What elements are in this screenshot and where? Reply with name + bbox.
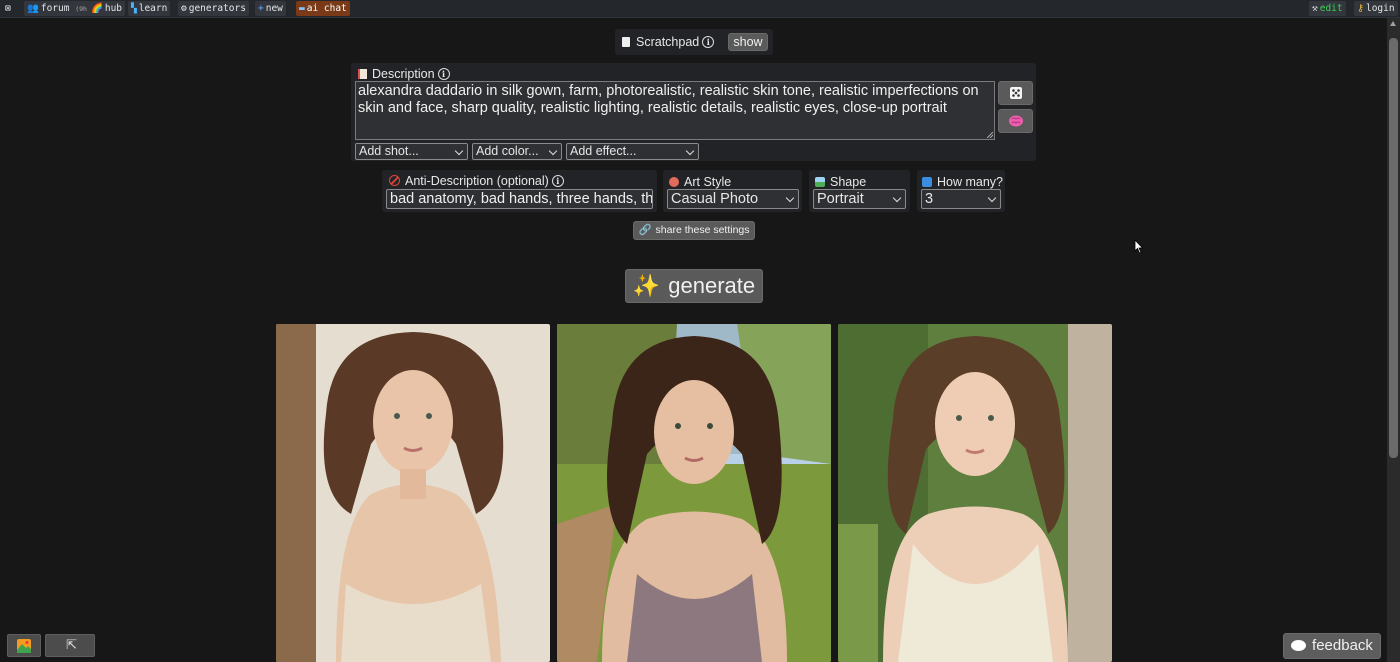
chevron-down-icon <box>548 146 558 156</box>
rainbow-icon: 🌈 <box>91 3 103 14</box>
chevron-down-icon <box>987 193 997 203</box>
brain-button[interactable] <box>998 109 1033 133</box>
generate-button[interactable]: ✨ generate <box>625 269 763 303</box>
link-icon: 🔗 <box>638 224 652 236</box>
dice-icon <box>1009 87 1022 99</box>
shape-select[interactable]: Portrait <box>813 189 906 209</box>
share-settings-button[interactable]: 🔗 share these settings <box>633 221 755 240</box>
numbers-icon <box>922 177 932 187</box>
chevron-down-icon <box>685 146 695 156</box>
nav-generators[interactable]: ⚙ generators <box>178 1 249 16</box>
resize-handle-icon[interactable] <box>987 132 993 138</box>
people-icon: 👥 <box>27 3 39 14</box>
info-icon[interactable]: i <box>551 175 564 187</box>
nav-forum[interactable]: 👥 forum (9h) <box>24 1 94 16</box>
arrow-up-left-icon: ⇱ <box>66 637 77 652</box>
scratchpad-label: Scratchpad i <box>622 35 715 49</box>
description-textarea[interactable]: alexandra daddario in silk gown, farm, p… <box>355 81 995 140</box>
scrollbar-thumb[interactable] <box>1389 38 1398 458</box>
info-icon[interactable]: i <box>702 36 715 48</box>
chevron-down-icon <box>892 193 902 203</box>
how-many-select[interactable]: 3 <box>921 189 1001 209</box>
shape-label: Shape <box>815 175 866 189</box>
scroll-top-button[interactable]: ⇱ <box>45 634 95 657</box>
landscape-icon <box>17 639 31 653</box>
anti-description-label: Anti-Description (optional) i <box>389 174 564 188</box>
blocks-icon: ▚ <box>131 3 137 14</box>
anti-description-input[interactable]: bad anatomy, bad hands, three hands, thr… <box>386 189 653 209</box>
memo-icon <box>358 69 367 79</box>
sparkles-icon: ✨ <box>632 273 661 298</box>
picture-icon <box>815 177 825 187</box>
nav-learn[interactable]: ▚ learn <box>128 1 171 16</box>
mouse-cursor-icon <box>1134 239 1144 254</box>
art-style-select[interactable]: Casual Photo <box>667 189 799 209</box>
scratchpad-panel: Scratchpad i show <box>615 29 773 55</box>
no-entry-icon <box>389 175 400 186</box>
nav-new[interactable]: + new <box>255 1 286 16</box>
nav-hub[interactable]: 🌈 hub <box>88 1 126 16</box>
scratchpad-show-button[interactable]: show <box>728 33 768 51</box>
chevron-down-icon <box>454 146 464 156</box>
feedback-button[interactable]: feedback <box>1283 633 1381 659</box>
nav-ai-chat[interactable]: ▬ ai chat <box>296 1 350 16</box>
chevron-down-icon <box>785 193 795 203</box>
nav-login[interactable]: ⚷ login <box>1354 1 1398 16</box>
chat-icon: ▬ <box>299 3 305 14</box>
speech-bubble-icon <box>1291 640 1307 651</box>
add-effect-select[interactable]: Add effect... <box>566 143 699 160</box>
random-dice-button[interactable] <box>998 81 1033 105</box>
tools-icon: ⚒ <box>1312 3 1318 14</box>
add-shot-select[interactable]: Add shot... <box>355 143 468 160</box>
nav-edit[interactable]: ⚒ edit <box>1309 1 1346 16</box>
page-scrollbar[interactable] <box>1387 18 1400 662</box>
plus-icon: + <box>258 3 264 14</box>
how-many-label: How many? <box>922 175 1003 189</box>
info-icon[interactable]: i <box>437 68 450 80</box>
close-icon[interactable]: ⊠ <box>2 1 14 16</box>
gears-icon: ⚙ <box>181 3 187 14</box>
add-color-select[interactable]: Add color... <box>472 143 562 160</box>
notepad-icon <box>622 37 630 47</box>
description-label: Description i <box>358 67 450 81</box>
scroll-up-icon[interactable] <box>1390 21 1396 26</box>
art-style-label: Art Style <box>669 175 731 189</box>
generated-image-1[interactable] <box>276 324 550 662</box>
brain-icon <box>1008 115 1023 127</box>
palette-icon <box>669 177 679 187</box>
gallery-button[interactable] <box>7 634 41 657</box>
key-icon: ⚷ <box>1357 3 1364 14</box>
generated-image-2[interactable] <box>557 324 831 662</box>
top-nav-bar: ⊠ 👥 forum (9h) 🌈 hub ▚ learn ⚙ generators + n… <box>0 0 1400 18</box>
generated-image-3[interactable] <box>838 324 1112 662</box>
